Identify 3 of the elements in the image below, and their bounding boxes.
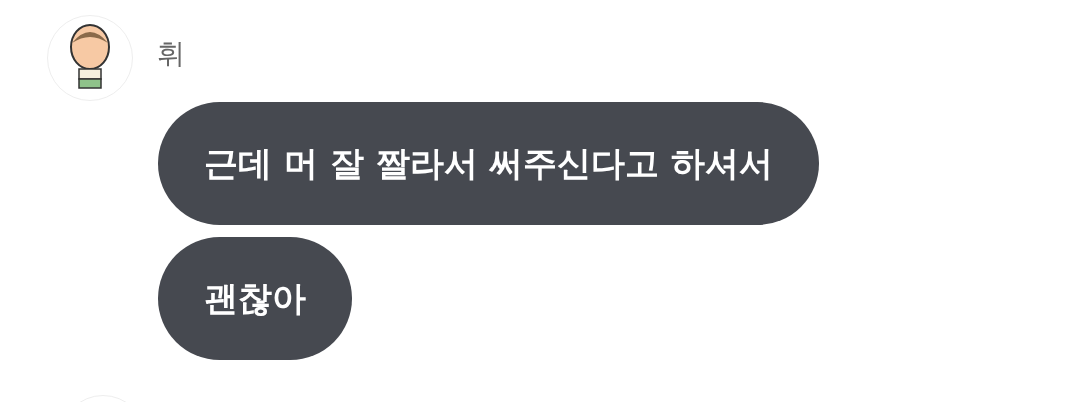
sender-name: 휘: [157, 36, 185, 72]
message-bubble: 괜찮아: [158, 237, 352, 360]
message-bubble: 근데 머 잘 짤라서 써주신다고 하셔서: [158, 102, 820, 225]
